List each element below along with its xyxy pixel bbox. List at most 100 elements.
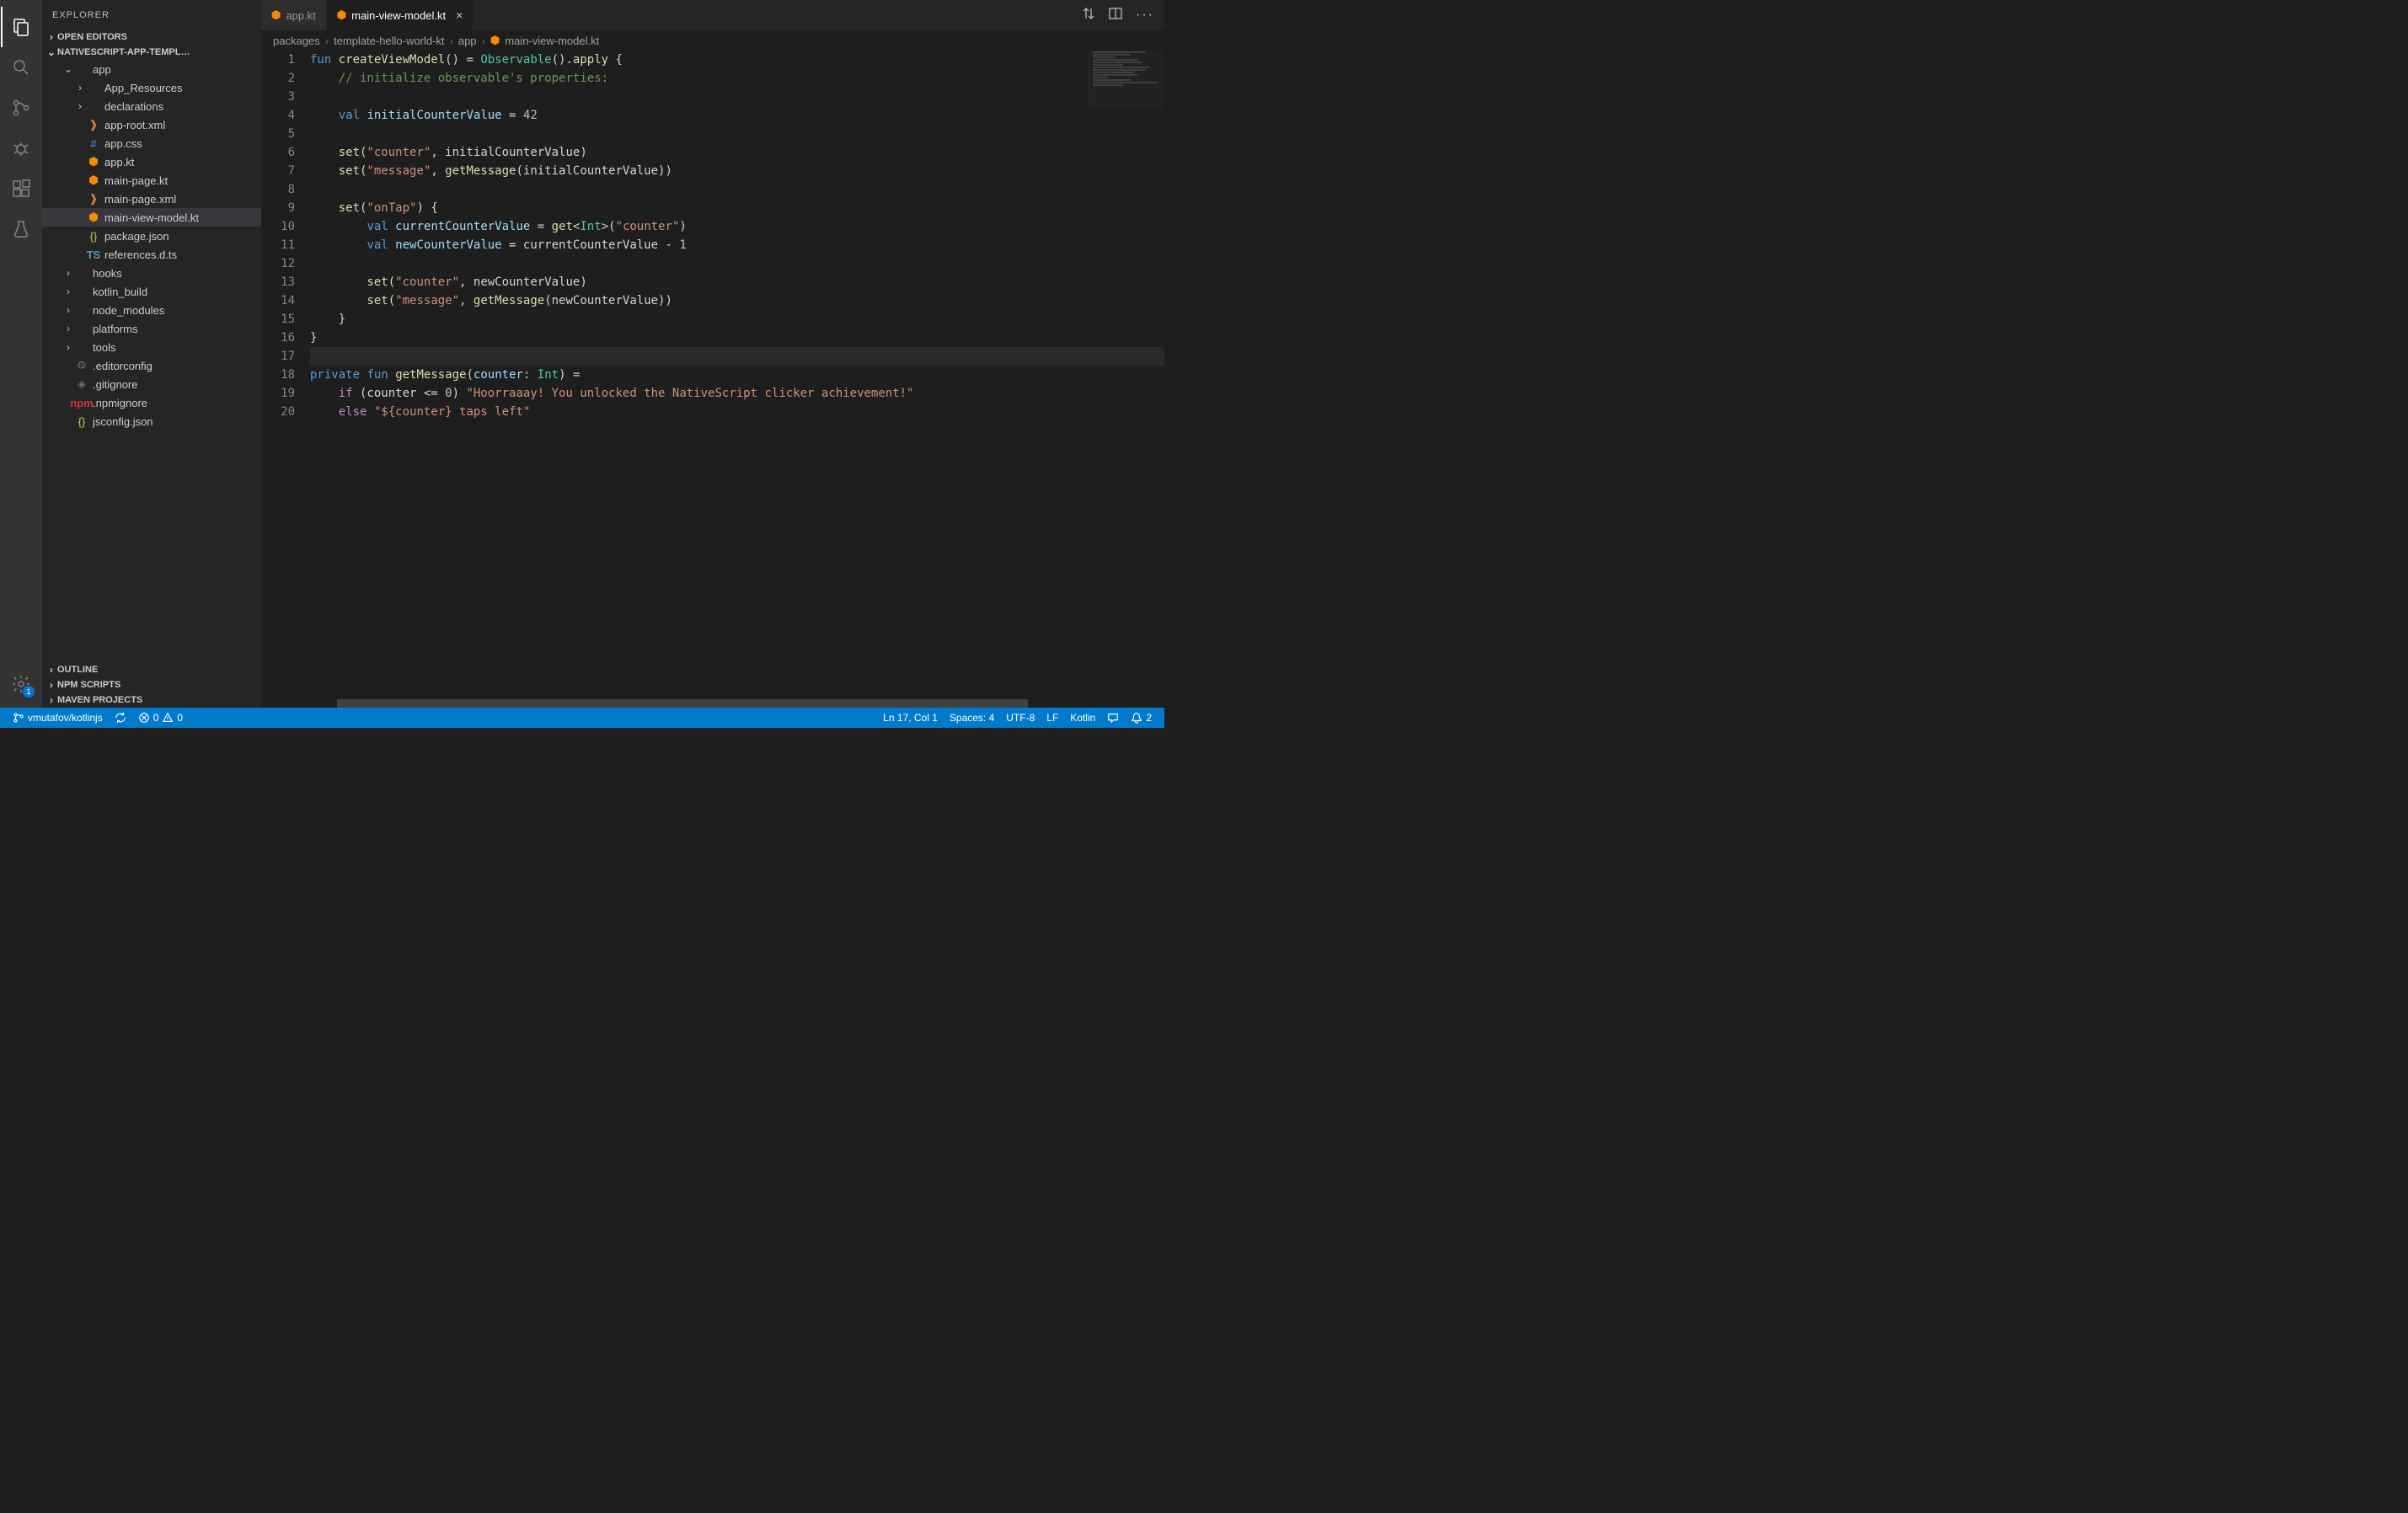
language-mode[interactable]: Kotlin	[1064, 708, 1101, 728]
tree-item[interactable]: {}package.json	[42, 227, 261, 245]
tree-item[interactable]: ❱main-page.xml	[42, 190, 261, 208]
tree-item[interactable]: › node_modules	[42, 301, 261, 319]
horizontal-scrollbar[interactable]	[261, 699, 1164, 708]
indentation[interactable]: Spaces: 4	[944, 708, 1000, 728]
chevron-right-icon: ›	[74, 82, 86, 94]
chevron-right-icon: ›	[62, 286, 74, 297]
tree-item[interactable]: › platforms	[42, 319, 261, 338]
tree-item[interactable]: ⚙ .editorconfig	[42, 356, 261, 375]
tree-item[interactable]: ⬢app.kt	[42, 152, 261, 171]
json-icon: {}	[74, 415, 89, 428]
feedback-icon[interactable]	[1101, 708, 1125, 728]
tree-item-label: references.d.ts	[104, 249, 177, 261]
line-gutter: 1234567891011121314151617181920	[261, 51, 310, 699]
tree-item-label: main-page.xml	[104, 193, 176, 206]
tree-item-label: platforms	[93, 323, 137, 335]
tree-item-label: jsconfig.json	[93, 415, 153, 428]
json-icon: {}	[86, 230, 101, 243]
tab-app-kt[interactable]: ⬢ app.kt	[261, 0, 327, 30]
encoding[interactable]: UTF-8	[1000, 708, 1041, 728]
explorer-icon[interactable]	[1, 7, 41, 47]
settings-gear-icon[interactable]: 1	[1, 664, 41, 704]
tree-item-label: app-root.xml	[104, 119, 165, 131]
gear-icon: ⚙	[74, 359, 89, 372]
tree-item-label: package.json	[104, 230, 169, 243]
chevron-right-icon: ›	[74, 100, 86, 112]
tree-item[interactable]: npm.npmignore	[42, 393, 261, 412]
settings-badge: 1	[23, 686, 35, 698]
xml-icon: ❱	[86, 118, 101, 131]
tree-item[interactable]: #app.css	[42, 134, 261, 152]
code-editor[interactable]: 1234567891011121314151617181920 fun crea…	[261, 51, 1164, 699]
tree-item-label: main-view-model.kt	[104, 211, 199, 224]
tree-item-label: tools	[93, 341, 115, 354]
problems[interactable]: 0 0	[132, 708, 189, 728]
kotlin-icon: ⬢	[86, 211, 101, 224]
source-control-icon[interactable]	[1, 88, 41, 128]
chevron-down-icon: ⌄	[62, 63, 74, 75]
tree-item[interactable]: ⌄ app	[42, 60, 261, 78]
extensions-icon[interactable]	[1, 168, 41, 209]
tree-item[interactable]: ⬢main-view-model.kt	[42, 208, 261, 227]
tree-item-label: hooks	[93, 267, 122, 280]
tree-item[interactable]: › hooks	[42, 264, 261, 282]
tree-item[interactable]: TSreferences.d.ts	[42, 245, 261, 264]
tree-item-label: .gitignore	[93, 378, 137, 391]
tree-item[interactable]: › tools	[42, 338, 261, 356]
npm-icon: npm	[74, 397, 89, 409]
kotlin-icon: ⬢	[337, 8, 346, 22]
split-editor-icon[interactable]	[1109, 7, 1122, 24]
chevron-right-icon: ›	[62, 323, 74, 334]
eol[interactable]: LF	[1041, 708, 1064, 728]
tree-item[interactable]: ❱app-root.xml	[42, 115, 261, 134]
tree-item-label: declarations	[104, 100, 163, 113]
tree-item[interactable]: ⬢main-page.kt	[42, 171, 261, 190]
debug-icon[interactable]	[1, 128, 41, 168]
outline-section[interactable]: ›OUTLINE	[42, 662, 261, 677]
tree-item[interactable]: › declarations	[42, 97, 261, 115]
chevron-right-icon: ›	[62, 267, 74, 279]
chevron-right-icon: ›	[62, 304, 74, 316]
tree-item[interactable]: {} jsconfig.json	[42, 412, 261, 430]
tree-item-label: kotlin_build	[93, 286, 147, 298]
cursor-position[interactable]: Ln 17, Col 1	[877, 708, 944, 728]
more-icon[interactable]: ···	[1136, 8, 1154, 23]
breadcrumbs[interactable]: packages› template-hello-world-kt› app› …	[261, 30, 1164, 51]
close-icon[interactable]: ×	[456, 8, 463, 22]
test-icon[interactable]	[1, 209, 41, 249]
tree-item-label: app.css	[104, 137, 142, 150]
minimap[interactable]	[1089, 51, 1164, 110]
git-icon: ◈	[74, 377, 89, 391]
tree-item-label: App_Resources	[104, 82, 183, 94]
tree-item-label: app	[93, 63, 111, 76]
xml-icon: ❱	[86, 192, 101, 206]
tree-item-label: .editorconfig	[93, 360, 153, 372]
kotlin-icon: ⬢	[490, 34, 500, 47]
tree-item[interactable]: ◈ .gitignore	[42, 375, 261, 393]
tab-main-view-model[interactable]: ⬢ main-view-model.kt ×	[327, 0, 474, 30]
tree-item-label: main-page.kt	[104, 174, 168, 187]
tab-bar: ⬢ app.kt ⬢ main-view-model.kt × ···	[261, 0, 1164, 30]
maven-projects-section[interactable]: ›MAVEN PROJECTS	[42, 692, 261, 708]
notifications[interactable]: 2	[1125, 708, 1158, 728]
search-icon[interactable]	[1, 47, 41, 88]
css-icon: #	[86, 137, 101, 150]
scrollbar-thumb[interactable]	[337, 699, 1028, 708]
code-content[interactable]: fun createViewModel() = Observable().app…	[310, 51, 1164, 699]
editor: ⬢ app.kt ⬢ main-view-model.kt × ··· pack…	[261, 0, 1164, 708]
compare-icon[interactable]	[1082, 7, 1095, 24]
tree-item[interactable]: › App_Resources	[42, 78, 261, 97]
workspace-section[interactable]: ⌄NATIVESCRIPT-APP-TEMPL…	[42, 45, 261, 60]
tree-item[interactable]: › kotlin_build	[42, 282, 261, 301]
tree-item-label: node_modules	[93, 304, 164, 317]
open-editors-section[interactable]: ›OPEN EDITORS	[42, 29, 261, 45]
file-tree: ⌄app›App_Resources›declarations❱app-root…	[42, 60, 261, 662]
status-bar: vmutafov/kotlinjs 0 0 Ln 17, Col 1 Space…	[0, 708, 1164, 728]
kotlin-icon: ⬢	[86, 174, 101, 187]
sync-button[interactable]	[109, 708, 132, 728]
git-branch[interactable]: vmutafov/kotlinjs	[7, 708, 109, 728]
chevron-right-icon: ›	[62, 341, 74, 353]
npm-scripts-section[interactable]: ›NPM SCRIPTS	[42, 677, 261, 692]
sidebar: EXPLORER ›OPEN EDITORS ⌄NATIVESCRIPT-APP…	[42, 0, 261, 708]
sidebar-title: EXPLORER	[42, 0, 261, 29]
